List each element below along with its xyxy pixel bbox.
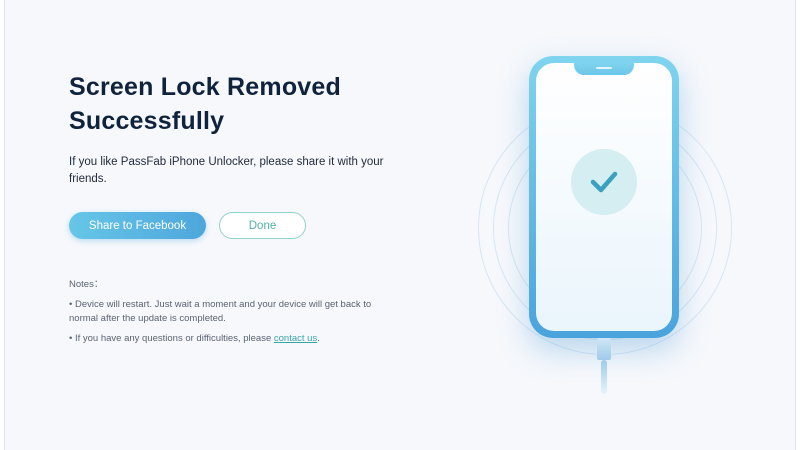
- speaker-icon: [596, 67, 612, 69]
- checkmark-icon: [590, 171, 618, 193]
- note-item-text: • If you have any questions or difficult…: [69, 333, 274, 344]
- note-item: • Device will restart. Just wait a momen…: [69, 299, 372, 324]
- result-panel: Screen Lock Removed Successfully If you …: [69, 70, 399, 239]
- share-to-facebook-button[interactable]: Share to Facebook: [69, 212, 206, 239]
- notes-section: Notes： • Device will restart. Just wait …: [69, 278, 389, 352]
- phone-screen: [536, 63, 672, 331]
- phone-illustration: [475, 40, 735, 420]
- usb-cable: [601, 360, 607, 394]
- contact-us-link[interactable]: contact us: [274, 333, 317, 344]
- note-item-suffix: .: [317, 333, 320, 344]
- phone-body: [529, 56, 679, 338]
- share-description: If you like PassFab iPhone Unlocker, ple…: [69, 156, 384, 185]
- notes-heading: Notes：: [69, 279, 104, 290]
- note-item: • If you have any questions or difficult…: [69, 332, 389, 346]
- action-buttons: Share to Facebook Done: [69, 212, 399, 239]
- phone-notch: [574, 63, 634, 75]
- success-badge: [571, 149, 637, 215]
- app-window: Screen Lock Removed Successfully If you …: [4, 0, 796, 450]
- cable-connector: [597, 338, 611, 360]
- done-button[interactable]: Done: [219, 212, 306, 239]
- page-title: Screen Lock Removed Successfully: [69, 73, 341, 135]
